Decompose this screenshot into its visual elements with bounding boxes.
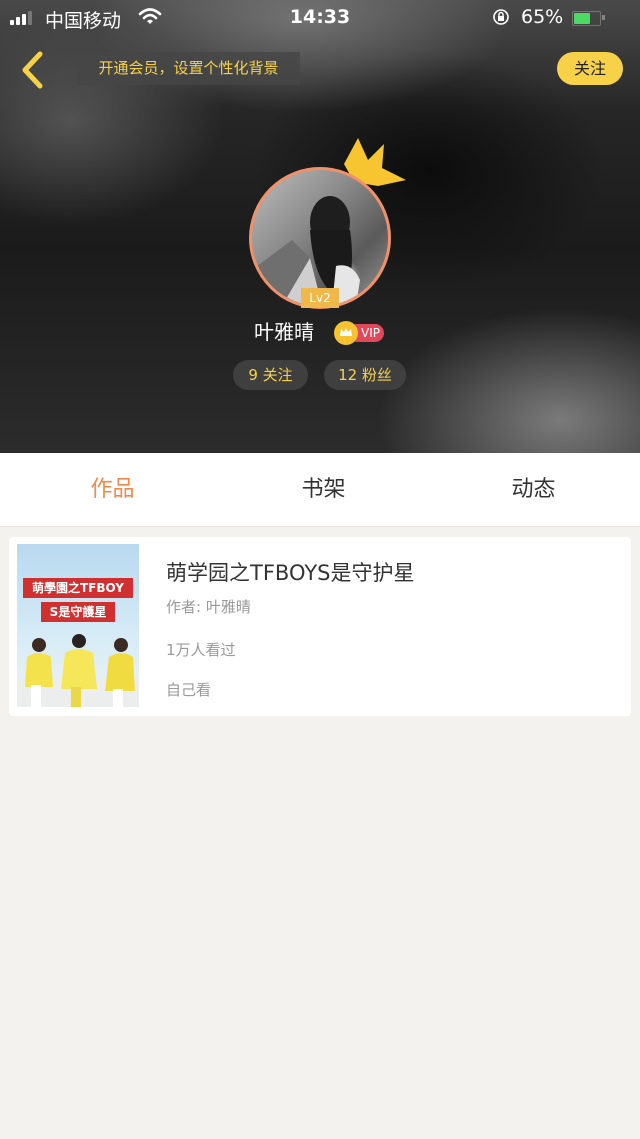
- tab-bookshelf[interactable]: 书架: [217, 453, 430, 526]
- battery-tip: [602, 15, 605, 20]
- battery-icon: [572, 11, 601, 26]
- work-card[interactable]: 萌學園之TFBOY S是守護星 萌学园之TFBOYS是守护星 作者: 叶雅晴 1…: [9, 537, 631, 716]
- battery-level-fill: [574, 13, 590, 24]
- tab-activity[interactable]: 动态: [427, 453, 640, 526]
- status-bar: 中国移动 14:33 65%: [0, 0, 640, 36]
- following-count-button[interactable]: 9 关注: [233, 360, 308, 390]
- vip-badge[interactable]: VIP: [334, 321, 386, 345]
- cover-title-line-2: S是守護星: [41, 602, 115, 622]
- profile-header: 中国移动 14:33 65% 开通会员，设置个性化背景 关注 Lv2 叶雅晴 V…: [0, 0, 640, 453]
- follow-button[interactable]: 关注: [557, 52, 623, 85]
- book-title: 萌学园之TFBOYS是守护星: [166, 561, 415, 585]
- cover-title-line-1: 萌學園之TFBOY: [23, 578, 133, 598]
- username: 叶雅晴: [254, 320, 314, 344]
- vip-background-banner[interactable]: 开通会员，设置个性化背景: [77, 52, 300, 85]
- vip-crown-icon: [334, 321, 358, 345]
- book-visibility: 自己看: [166, 681, 212, 699]
- avatar-photo: [252, 196, 360, 306]
- book-views: 1万人看过: [166, 641, 236, 659]
- rotation-lock-icon: [493, 9, 509, 25]
- book-cover: 萌學園之TFBOY S是守護星: [17, 544, 139, 707]
- battery-percent: 65%: [521, 6, 564, 28]
- followers-count-button[interactable]: 12 粉丝: [324, 360, 406, 390]
- cover-illustration: [17, 634, 139, 707]
- book-author: 作者: 叶雅晴: [166, 598, 251, 616]
- back-arrow-icon[interactable]: [16, 50, 50, 90]
- tab-works[interactable]: 作品: [6, 453, 219, 526]
- level-badge: Lv2: [301, 288, 339, 308]
- profile-tabs: 作品 书架 动态: [0, 453, 640, 527]
